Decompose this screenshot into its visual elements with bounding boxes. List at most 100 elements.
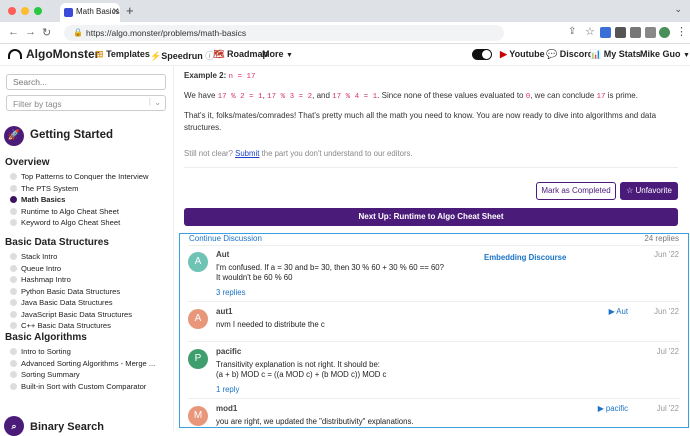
profile-avatar[interactable] xyxy=(659,27,670,38)
status-dot-icon xyxy=(10,173,17,180)
back-icon[interactable]: ← xyxy=(8,26,19,38)
divider xyxy=(188,301,680,302)
sidebar-item[interactable]: Sorting Summary xyxy=(10,370,80,379)
lock-icon: 🔒 xyxy=(73,28,83,37)
nav-my-stats[interactable]: 📊 My Stats xyxy=(590,49,641,60)
sidebar-item[interactable]: Advanced Sorting Algorithms - Merge ... xyxy=(10,359,155,368)
section-header-getting-started[interactable]: 🚀 Getting Started xyxy=(0,124,174,148)
sidebar-item-label: Built-in Sort with Custom Comparator xyxy=(21,381,147,391)
nav-youtube[interactable]: ▶ Youtube xyxy=(500,49,545,60)
forward-icon[interactable]: → xyxy=(25,26,36,38)
sidebar-item[interactable]: JavaScript Basic Data Structures xyxy=(10,310,132,319)
sidebar-item[interactable]: Math Basics xyxy=(10,195,65,204)
tag-filter-select[interactable]: Filter by tags | ⌄ xyxy=(6,95,166,111)
section-title: Getting Started xyxy=(30,129,114,141)
reply-to-link[interactable]: ▶ Aut xyxy=(609,307,628,316)
status-dot-icon xyxy=(10,299,17,306)
status-dot-icon xyxy=(10,382,17,390)
address-bar[interactable]: 🔒 https://algo.monster/problems/math-bas… xyxy=(64,25,504,41)
main-content: Example 2: n = 17 We have 17 % 2 = 1, 17… xyxy=(175,66,690,431)
sidebar-item[interactable]: Runtime to Algo Cheat Sheet xyxy=(10,207,119,216)
status-dot-icon xyxy=(10,264,17,272)
sidebar-item[interactable]: Top Patterns to Conquer the Interview xyxy=(10,172,148,181)
section-header-binary-search[interactable]: ⌕ Binary Search xyxy=(0,416,174,436)
reply-to-link[interactable]: ▶ pacific xyxy=(598,404,628,413)
sidebar-item[interactable]: Keyword to Algo Cheat Sheet xyxy=(10,218,120,227)
avatar[interactable]: A xyxy=(188,309,208,329)
paragraph-summary: That's it, folks/mates/comrades! That's … xyxy=(184,111,657,132)
post-body: nvm I needed to distribute the c xyxy=(216,320,325,329)
divider: | xyxy=(148,96,151,106)
sidebar-item[interactable]: C++ Basic Data Structures xyxy=(10,321,111,330)
sidebar-item-label: Advanced Sorting Algorithms - Merge ... xyxy=(21,358,156,368)
templates-icon: ⊞ xyxy=(96,49,104,59)
dark-mode-toggle[interactable] xyxy=(472,49,492,60)
continue-discussion-link[interactable]: Continue Discussion xyxy=(189,234,262,243)
mark-completed-button[interactable]: Mark as Completed xyxy=(536,182,616,200)
puzzle-icon[interactable] xyxy=(630,27,641,38)
sidebar-item-label: Java Basic Data Structures xyxy=(21,298,113,307)
tab-list-chevron-icon[interactable]: ⌄ xyxy=(674,4,682,15)
post-author[interactable]: mod1 xyxy=(216,404,237,413)
avatar[interactable]: A xyxy=(188,252,208,272)
menu-kebab-icon[interactable]: ⋮ xyxy=(676,25,687,38)
browser-toolbar: ← → ↻ 🔒 https://algo.monster/problems/ma… xyxy=(0,22,690,44)
sidebar: Filter by tags | ⌄ 🚀 Getting Started Ove… xyxy=(0,66,174,436)
sidebar-item[interactable]: Stack Intro xyxy=(10,252,57,261)
unfavorite-button[interactable]: ☆ Unfavorite xyxy=(620,182,678,200)
discord-icon: 💬 xyxy=(546,49,558,59)
divider xyxy=(188,245,680,246)
sidebar-item[interactable]: The PTS System xyxy=(10,184,78,193)
next-up-button[interactable]: Next Up: Runtime to Algo Cheat Sheet xyxy=(184,208,678,226)
sidebar-item[interactable]: Python Basic Data Structures xyxy=(10,287,120,296)
nav-templates[interactable]: ⊞ Templates xyxy=(96,49,150,60)
nav-more[interactable]: More ▼ xyxy=(262,49,293,59)
sidebar-group-title: Basic Algorithms xyxy=(5,332,87,343)
submit-link[interactable]: Submit xyxy=(235,149,259,158)
tab-close-icon[interactable]: ✕ xyxy=(112,6,120,17)
new-tab-icon[interactable]: + xyxy=(126,3,134,18)
sidebar-item[interactable]: Java Basic Data Structures xyxy=(10,298,113,307)
sidepanel-icon[interactable] xyxy=(645,27,656,38)
reload-icon[interactable]: ↻ xyxy=(42,26,51,39)
maximize-window-icon[interactable] xyxy=(34,7,42,15)
bookmark-star-icon[interactable]: ☆ xyxy=(585,25,595,38)
status-dot-icon xyxy=(10,196,17,203)
site-logo[interactable]: AlgoMonster xyxy=(8,47,99,61)
caret-down-icon: ▼ xyxy=(286,52,293,59)
browser-tab[interactable]: Math Basics - Getting Started xyxy=(60,3,120,22)
sidebar-item[interactable]: Intro to Sorting xyxy=(10,347,71,356)
sidebar-item[interactable]: Built-in Sort with Custom Comparator xyxy=(10,382,146,391)
nav-roadmap[interactable]: 🗺 Roadmap xyxy=(213,49,268,60)
status-dot-icon xyxy=(10,276,17,283)
avatar[interactable]: P xyxy=(188,349,208,369)
post-body: (a + b) MOD c = ((a MOD c) + (b MOD c)) … xyxy=(216,370,387,379)
embedding-discourse-link[interactable]: Embedding Discourse xyxy=(484,253,566,262)
search-icon: ⌕ xyxy=(4,416,24,436)
share-icon[interactable]: ⇪ xyxy=(568,26,576,37)
nav-speedrun[interactable]: ⚡Speedrun ⓘ xyxy=(150,49,214,62)
minimize-window-icon[interactable] xyxy=(21,7,29,15)
roadmap-icon: 🗺 xyxy=(213,49,225,59)
post-author[interactable]: pacific xyxy=(216,347,241,356)
extension-icon[interactable] xyxy=(600,27,611,38)
avatar[interactable]: M xyxy=(188,406,208,426)
post-replies-link[interactable]: 1 reply xyxy=(216,385,239,394)
status-dot-icon xyxy=(10,348,17,355)
extension-icon[interactable] xyxy=(615,27,626,38)
post-author[interactable]: aut1 xyxy=(216,307,232,316)
url-text: https://algo.monster/problems/math-basic… xyxy=(86,28,247,38)
sidebar-item[interactable]: Queue Intro xyxy=(10,264,61,273)
sidebar-item[interactable]: Hashmap Intro xyxy=(10,275,71,284)
sidebar-item-label: JavaScript Basic Data Structures xyxy=(21,309,132,319)
user-menu[interactable]: Mike Guo ▼ xyxy=(640,49,690,59)
post-body: It wouldn't be 60 % 60 xyxy=(216,273,293,282)
reply-to-name: Aut xyxy=(616,307,628,316)
search-input[interactable] xyxy=(6,74,166,90)
nav-discord[interactable]: 💬 Discord xyxy=(546,49,593,60)
sidebar-group-title: Overview xyxy=(5,157,50,168)
status-dot-icon xyxy=(10,219,17,226)
close-window-icon[interactable] xyxy=(8,7,16,15)
post-author[interactable]: Aut xyxy=(216,250,229,259)
post-replies-link[interactable]: 3 replies xyxy=(216,288,245,297)
